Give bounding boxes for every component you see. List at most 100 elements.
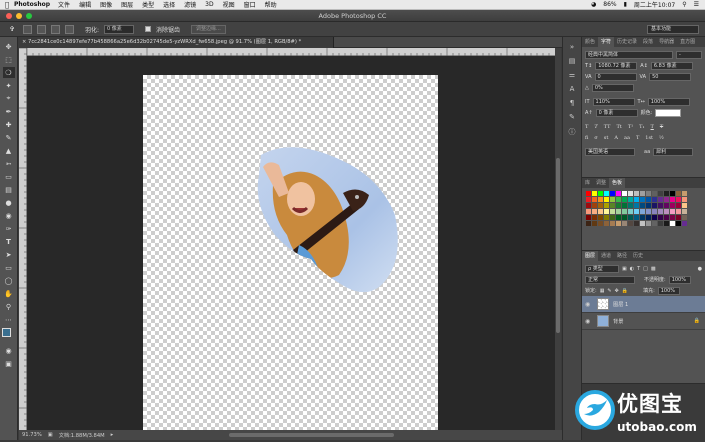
menu-view[interactable]: 视图	[223, 0, 235, 9]
stamp-tool-icon[interactable]: ▲	[3, 145, 15, 156]
swatch[interactable]	[670, 215, 675, 220]
lasso-tool-icon[interactable]: ❍	[2, 67, 15, 78]
filter-adjust-icon[interactable]: ◐	[630, 266, 634, 272]
leading-input[interactable]: 6.83 像素	[650, 61, 693, 70]
swatch[interactable]	[640, 191, 645, 196]
swatch[interactable]	[652, 215, 657, 220]
swatch[interactable]	[682, 203, 687, 208]
tsume-input[interactable]: 0%	[591, 83, 634, 92]
tab-history-layers[interactable]: 历史	[630, 251, 646, 261]
paragraph-panel-icon[interactable]: ¶	[566, 99, 578, 109]
swatch[interactable]	[586, 203, 591, 208]
menu-edit[interactable]: 编辑	[79, 0, 91, 9]
swatch[interactable]	[586, 191, 591, 196]
menu-window[interactable]: 窗口	[244, 0, 256, 9]
swatch[interactable]	[634, 209, 639, 214]
swash-button[interactable]: st	[604, 135, 609, 141]
swatch[interactable]	[664, 203, 669, 208]
all-caps-button[interactable]: TT	[604, 124, 611, 130]
blur-tool-icon[interactable]: ●	[3, 197, 15, 208]
add-selection-button[interactable]	[37, 24, 46, 34]
marquee-tool-icon[interactable]: ⬚	[3, 54, 15, 65]
swatch[interactable]	[610, 191, 615, 196]
refine-edge-button[interactable]: 调整边缘...	[191, 24, 226, 34]
vertical-scroll-thumb[interactable]	[556, 158, 560, 333]
tab-navigator[interactable]: 导航器	[656, 37, 677, 47]
blend-mode-select[interactable]: 正常	[585, 275, 635, 284]
3d-tool-icon[interactable]: ◯	[3, 275, 15, 286]
kerning-input[interactable]: 0	[594, 72, 637, 81]
intersect-selection-button[interactable]	[65, 24, 74, 34]
document-canvas[interactable]	[143, 75, 438, 430]
ordinal-button[interactable]: T	[636, 135, 639, 141]
swatch[interactable]	[640, 221, 645, 226]
swatch[interactable]	[640, 209, 645, 214]
path-select-tool-icon[interactable]: ➤	[3, 249, 15, 260]
antialias-select[interactable]: 犀利	[653, 147, 694, 156]
swatch[interactable]	[658, 215, 663, 220]
menu-image[interactable]: 图像	[100, 0, 112, 9]
baseline-shift-input[interactable]: 0 像素	[595, 108, 638, 117]
healing-tool-icon[interactable]: ✚	[3, 119, 15, 130]
menu-layer[interactable]: 图层	[121, 0, 133, 9]
tab-libraries[interactable]: 库	[582, 178, 593, 188]
swatch[interactable]	[598, 197, 603, 202]
tab-color[interactable]: 颜色	[582, 37, 598, 47]
battery-icon[interactable]: ▮	[624, 1, 627, 8]
tab-swatches[interactable]: 色板	[609, 178, 626, 188]
swatch[interactable]	[664, 221, 669, 226]
notification-icon[interactable]: ☰	[694, 1, 699, 8]
swatch[interactable]	[622, 221, 627, 226]
swatch[interactable]	[670, 197, 675, 202]
zoom-level[interactable]: 91.73%	[22, 432, 42, 438]
swatch[interactable]	[616, 191, 621, 196]
workspace-select[interactable]: 基本功能	[647, 25, 699, 34]
layer-thumbnail[interactable]	[597, 315, 609, 327]
swatch[interactable]	[652, 191, 657, 196]
swatch[interactable]	[676, 209, 681, 214]
swatch[interactable]	[592, 191, 597, 196]
half-fraction-button[interactable]: ½	[659, 135, 664, 141]
swatch[interactable]	[634, 215, 639, 220]
filter-type-icon[interactable]: T	[637, 266, 640, 272]
swatch[interactable]	[640, 203, 645, 208]
swatch[interactable]	[658, 203, 663, 208]
swatch[interactable]	[598, 203, 603, 208]
swatch[interactable]	[610, 209, 615, 214]
lock-transparent-icon[interactable]: ▦	[600, 288, 605, 294]
faux-bold-button[interactable]: T	[585, 124, 588, 130]
swatch[interactable]	[670, 221, 675, 226]
lock-image-icon[interactable]: ✎	[607, 288, 611, 294]
swatch[interactable]	[598, 209, 603, 214]
swatch[interactable]	[604, 215, 609, 220]
tab-paragraph[interactable]: 段落	[640, 37, 656, 47]
swatch[interactable]	[676, 215, 681, 220]
more-tools-icon[interactable]: ⋯	[3, 314, 15, 325]
swatch[interactable]	[628, 209, 633, 214]
swatch[interactable]	[658, 209, 663, 214]
swatch[interactable]	[640, 197, 645, 202]
underline-button[interactable]: T	[651, 124, 654, 130]
vertical-scale-input[interactable]: 110%	[592, 97, 635, 106]
swatch[interactable]	[682, 215, 687, 220]
swatch[interactable]	[616, 209, 621, 214]
shape-tool-icon[interactable]: ▭	[3, 262, 15, 273]
feather-input[interactable]: 0 像素	[104, 24, 135, 34]
swatch[interactable]	[604, 191, 609, 196]
swatch[interactable]	[604, 197, 609, 202]
properties-panel-icon[interactable]: ⚌	[566, 71, 578, 81]
brush-tool-icon[interactable]: ✎	[3, 132, 15, 143]
swatch[interactable]	[676, 197, 681, 202]
tab-channels[interactable]: 通道	[598, 251, 614, 261]
layer-filter-select[interactable]: ρ 类型	[585, 264, 619, 273]
fraction-button[interactable]: 1st	[645, 135, 653, 141]
swatch[interactable]	[670, 191, 675, 196]
swatch[interactable]	[670, 203, 675, 208]
swatch[interactable]	[616, 197, 621, 202]
dock-toggle-icon[interactable]: »	[566, 43, 578, 53]
swatch[interactable]	[628, 191, 633, 196]
superscript-button[interactable]: T¹	[628, 124, 633, 130]
swatch[interactable]	[622, 215, 627, 220]
swatch[interactable]	[646, 197, 651, 202]
layer-row-1[interactable]: ◉ 图层 1	[582, 296, 705, 313]
